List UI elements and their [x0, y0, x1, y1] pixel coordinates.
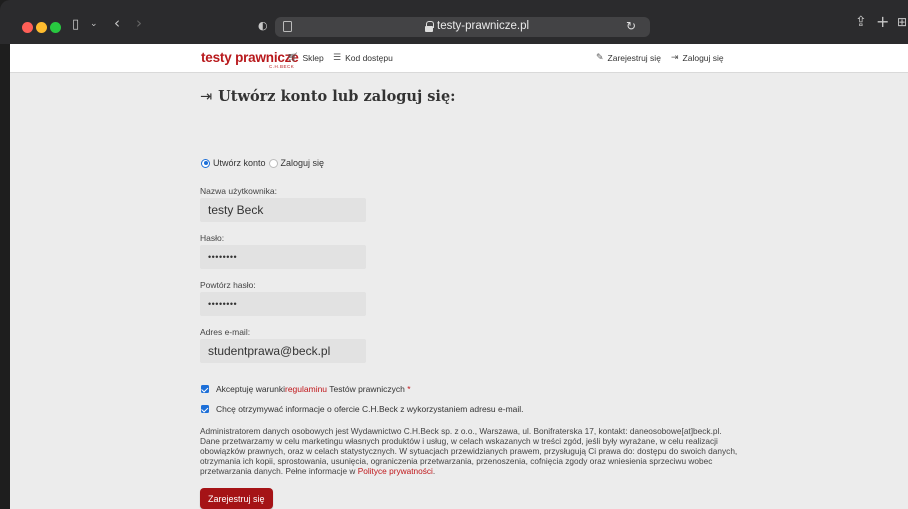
- register-button[interactable]: Zarejestruj się: [200, 488, 273, 509]
- password-input[interactable]: ••••••••: [200, 245, 366, 269]
- cart-icon: 🛒︎: [287, 53, 299, 63]
- terms-link[interactable]: regulaminu: [285, 384, 327, 394]
- back-icon[interactable]: ‹: [114, 16, 120, 31]
- forward-icon[interactable]: ›: [136, 16, 142, 31]
- page-title-text: Utwórz konto lub zaloguj się:: [218, 88, 456, 105]
- url-text: testy-prawnicze.pl: [437, 20, 530, 32]
- required-asterisk: *: [407, 384, 411, 394]
- radio-create-label[interactable]: Utwórz konto: [213, 158, 266, 168]
- mode-radio-group: Utwórz konto Zaloguj się: [201, 158, 327, 168]
- newsletter-label: Chcę otrzymywać informacje o ofercie C.H…: [216, 404, 524, 414]
- terms-consent-row: Akceptuję warunki regulaminu Testów praw…: [201, 384, 411, 394]
- nav-shop-link[interactable]: 🛒︎ Sklep: [287, 53, 324, 63]
- gdpr-notice: Administratorem danych osobowych jest Wy…: [200, 426, 740, 476]
- newsletter-consent-row: Chcę otrzymywać informacje o ofercie C.H…: [201, 404, 524, 414]
- terms-checkbox[interactable]: [201, 385, 209, 393]
- chevron-down-icon[interactable]: ⌄: [90, 18, 98, 31]
- nav-shop-label: Sklep: [302, 53, 324, 63]
- minimize-window-button[interactable]: [36, 22, 47, 33]
- password-repeat-input[interactable]: ••••••••: [200, 292, 366, 316]
- radio-login-label[interactable]: Zaloguj się: [281, 158, 325, 168]
- lock-icon: [425, 21, 434, 32]
- username-label: Nazwa użytkownika:: [200, 186, 278, 196]
- nav-login-link[interactable]: ⇥ Zaloguj się: [671, 53, 724, 63]
- privacy-policy-link[interactable]: Polityce prywatności: [358, 466, 433, 476]
- nav-register-label: Zarejestruj się: [607, 53, 661, 63]
- share-icon[interactable]: ⇪: [855, 15, 867, 29]
- username-input[interactable]: testy Beck: [200, 198, 366, 222]
- tab-overview-icon[interactable]: ⊞: [897, 16, 907, 29]
- terms-prefix: Akceptuję warunki: [216, 384, 285, 394]
- password-repeat-label: Powtórz hasło:: [200, 280, 256, 290]
- radio-create-account[interactable]: [201, 158, 210, 168]
- password-label: Hasło:: [200, 233, 225, 243]
- nav-register-link[interactable]: ✎ Zarejestruj się: [596, 53, 661, 63]
- browser-toolbar: ▯ ⌄ ‹ › ◐ testy-prawnicze.pl ↻ ⇪ + ⊞: [0, 0, 908, 44]
- gdpr-text: Administratorem danych osobowych jest Wy…: [200, 426, 738, 476]
- nav-access-code-link[interactable]: ☰ Kod dostępu: [333, 53, 393, 63]
- logo-subtitle: C.H.BECK: [269, 64, 295, 69]
- gdpr-end: .: [432, 466, 436, 476]
- nav-login-label: Zaloguj się: [682, 53, 724, 63]
- privacy-shield-icon[interactable]: ◐: [258, 19, 268, 32]
- zoom-window-button[interactable]: [50, 22, 61, 33]
- sign-in-icon: ⇥: [200, 89, 213, 105]
- site-logo[interactable]: testy prawnicze: [201, 50, 299, 65]
- nav-access-code-label: Kod dostępu: [345, 53, 393, 63]
- newsletter-checkbox[interactable]: [201, 405, 209, 413]
- radio-login[interactable]: [268, 158, 278, 168]
- email-label: Adres e-mail:: [200, 327, 251, 337]
- edit-icon: ✎: [596, 53, 604, 63]
- page-icon: [283, 21, 292, 32]
- web-page: testy prawnicze C.H.BECK 🛒︎ Sklep ☰ Kod …: [10, 44, 908, 509]
- barcode-icon: ☰: [333, 53, 342, 63]
- terms-suffix: Testów prawniczych: [327, 384, 408, 394]
- reload-icon[interactable]: ↻: [626, 19, 636, 33]
- site-header: testy prawnicze C.H.BECK 🛒︎ Sklep ☰ Kod …: [10, 44, 908, 73]
- address-bar[interactable]: testy-prawnicze.pl ↻: [275, 17, 650, 37]
- close-window-button[interactable]: [22, 22, 33, 33]
- sidebar-toggle-icon[interactable]: ▯: [72, 18, 79, 31]
- page-title: ⇥ Utwórz konto lub zaloguj się:: [200, 88, 456, 105]
- sign-in-icon: ⇥: [671, 53, 679, 63]
- new-tab-icon[interactable]: +: [876, 14, 889, 30]
- email-input[interactable]: studentprawa@beck.pl: [200, 339, 366, 363]
